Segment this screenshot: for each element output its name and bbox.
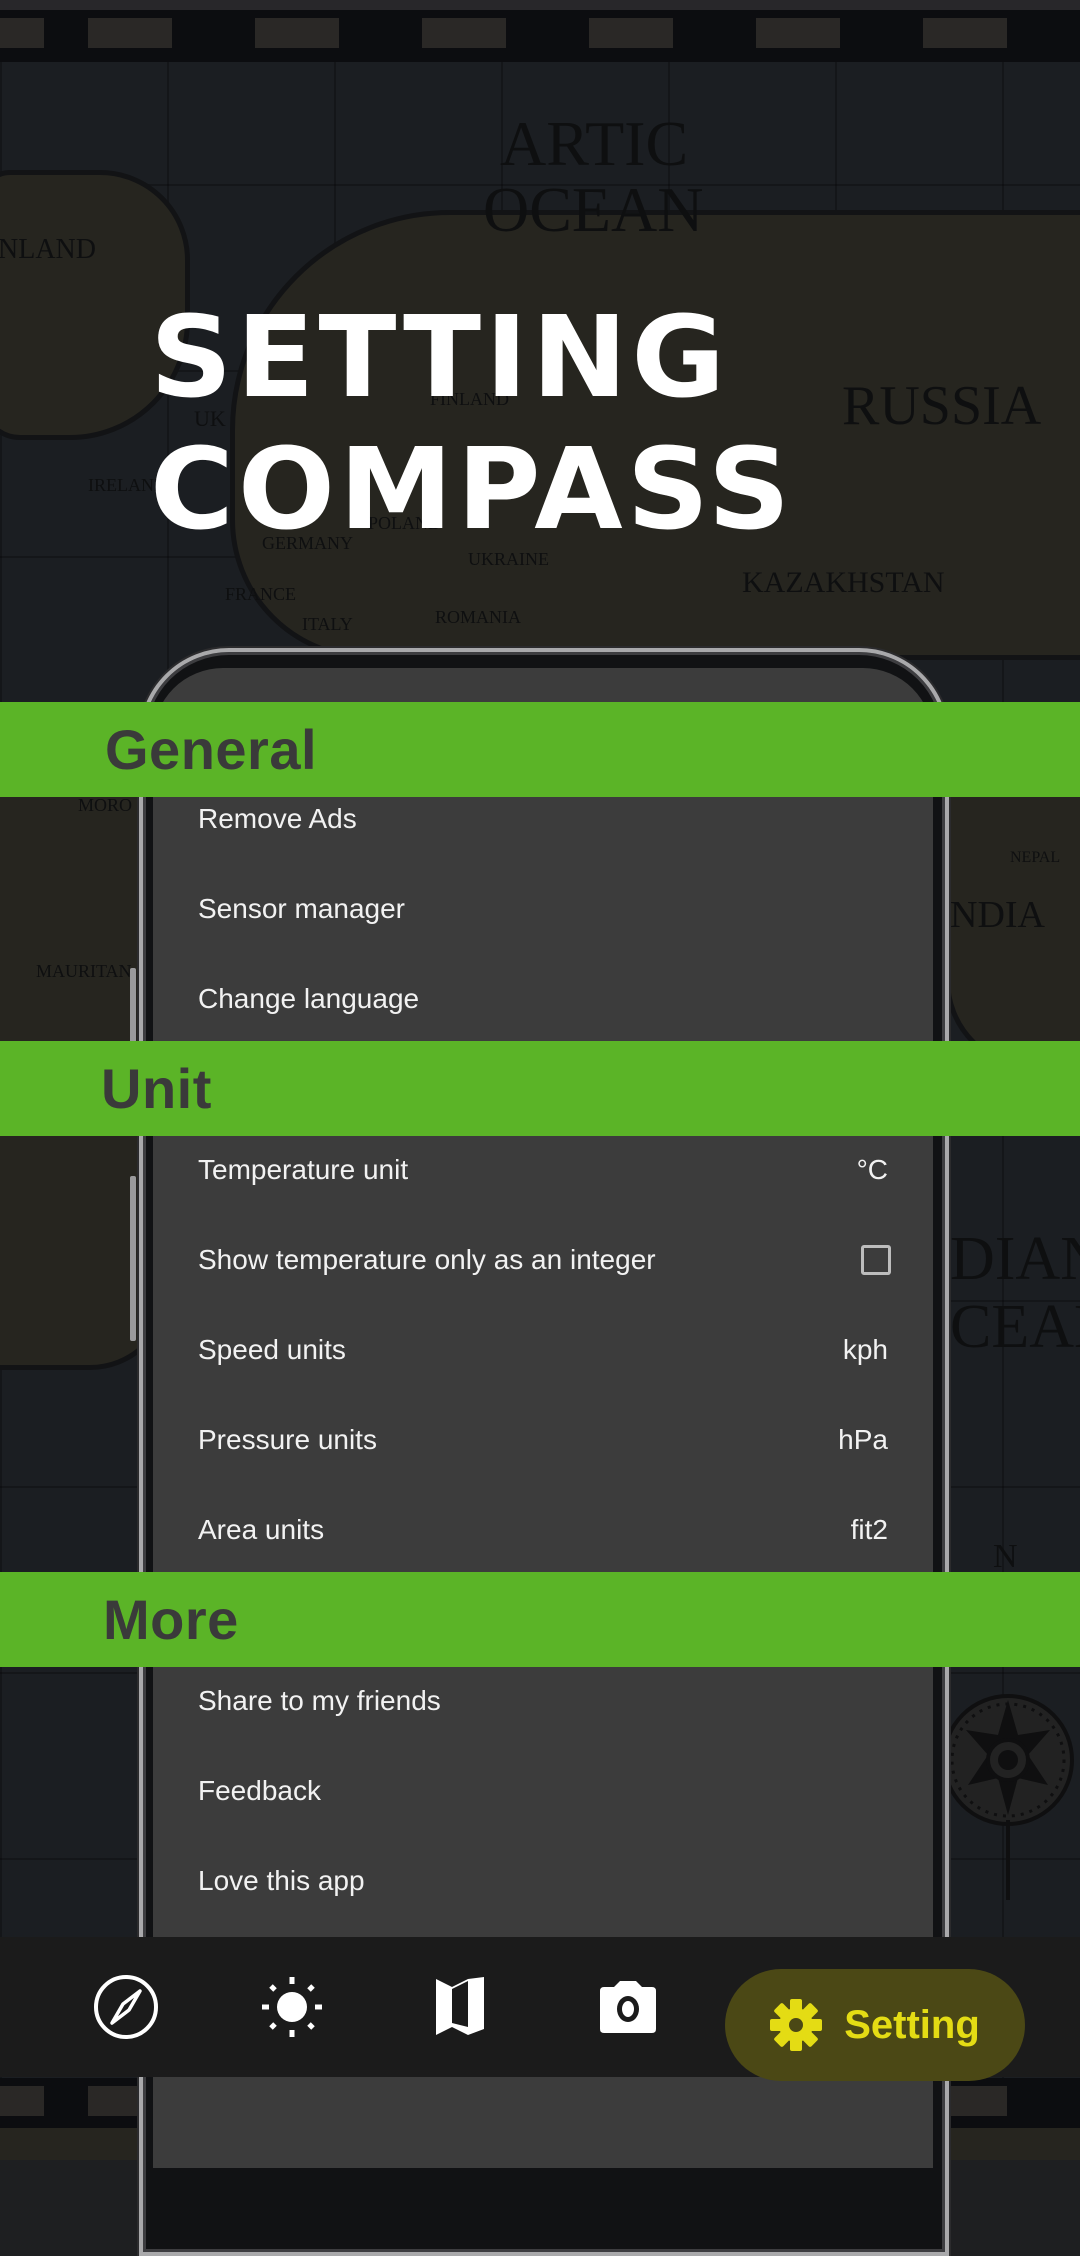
setting-remove-ads[interactable]: Remove Ads [153, 774, 933, 864]
section-title: General [105, 718, 318, 781]
map-label: DIAN [950, 1225, 1080, 1293]
map-icon [436, 1977, 484, 2035]
nav-weather[interactable] [252, 1937, 332, 2077]
gear-icon [770, 1999, 823, 2051]
hero-title-line-1: SETTING [150, 293, 730, 423]
section-header-unit: Unit [0, 1041, 1080, 1136]
setting-label: Change language [198, 983, 420, 1014]
setting-value: hPa [838, 1424, 888, 1455]
setting-temperature-integer[interactable]: Show temperature only as an integer [153, 1215, 933, 1305]
phone-side-button [130, 1176, 136, 1341]
setting-share[interactable]: Share to my friends [153, 1656, 933, 1746]
section-title: More [103, 1588, 239, 1651]
setting-feedback[interactable]: Feedback [153, 1746, 933, 1836]
setting-change-language[interactable]: Change language [153, 954, 933, 1044]
map-label: NLAND [0, 234, 96, 265]
bottom-nav: Setting [0, 1937, 1080, 2081]
sun-icon [262, 1977, 322, 2037]
hero-title-line-2: COMPASS [150, 425, 795, 555]
map-label: ARTIC [500, 108, 689, 179]
map-label: MAURITAN [36, 961, 132, 981]
setting-label: Share to my friends [198, 1685, 441, 1716]
map-label: KAZAKHSTAN [742, 566, 945, 599]
setting-speed-units[interactable]: Speed units kph [153, 1305, 933, 1395]
section-header-more: More [0, 1572, 1080, 1667]
map-label: RUSSIA [842, 375, 1042, 437]
setting-temperature-unit[interactable]: Temperature unit °C [153, 1125, 933, 1215]
map-label: NEPAL [1010, 849, 1061, 866]
temperature-integer-checkbox[interactable] [861, 1245, 891, 1275]
setting-sensor-manager[interactable]: Sensor manager [153, 864, 933, 954]
map-label: ITALY [302, 614, 353, 634]
setting-label: Pressure units [198, 1424, 377, 1455]
map-label: NDIA [950, 894, 1045, 936]
nav-setting-label: Setting [844, 2002, 980, 2047]
section-title: Unit [101, 1057, 212, 1120]
map-label: N [993, 1538, 1018, 1575]
setting-love-app[interactable]: Love this app [153, 1836, 933, 1926]
setting-label: Speed units [198, 1334, 346, 1365]
setting-label: Area units [198, 1514, 325, 1545]
map-label: FRANCE [225, 584, 297, 604]
setting-label: Feedback [198, 1775, 321, 1806]
setting-pressure-units[interactable]: Pressure units hPa [153, 1395, 933, 1485]
hero-title: SETTING COMPASS [150, 292, 794, 556]
setting-label: Remove Ads [198, 803, 357, 834]
compass-icon [94, 1975, 158, 2039]
map-label: OCEAN [483, 174, 704, 245]
setting-value: kph [842, 1334, 888, 1365]
map-label: ROMANIA [435, 607, 522, 627]
compass-rose-icon [942, 1694, 1074, 1900]
map-border-top [0, 0, 1080, 62]
setting-label: Love this app [198, 1865, 365, 1896]
setting-label: Sensor manager [198, 893, 406, 924]
setting-area-units[interactable]: Area units fit2 [153, 1485, 933, 1575]
setting-label: Show temperature only as an integer [198, 1244, 656, 1275]
camera-icon [600, 1981, 656, 2033]
setting-label: Temperature unit [198, 1154, 409, 1185]
nav-map[interactable] [420, 1937, 500, 2077]
map-label: MORO [78, 795, 133, 815]
setting-value: °C [856, 1154, 888, 1185]
setting-value: fit2 [850, 1514, 888, 1545]
nav-setting[interactable]: Setting [725, 1969, 1025, 2081]
nav-camera[interactable] [588, 1937, 668, 2077]
map-label: CEAN [950, 1293, 1080, 1361]
nav-compass[interactable] [86, 1937, 166, 2077]
